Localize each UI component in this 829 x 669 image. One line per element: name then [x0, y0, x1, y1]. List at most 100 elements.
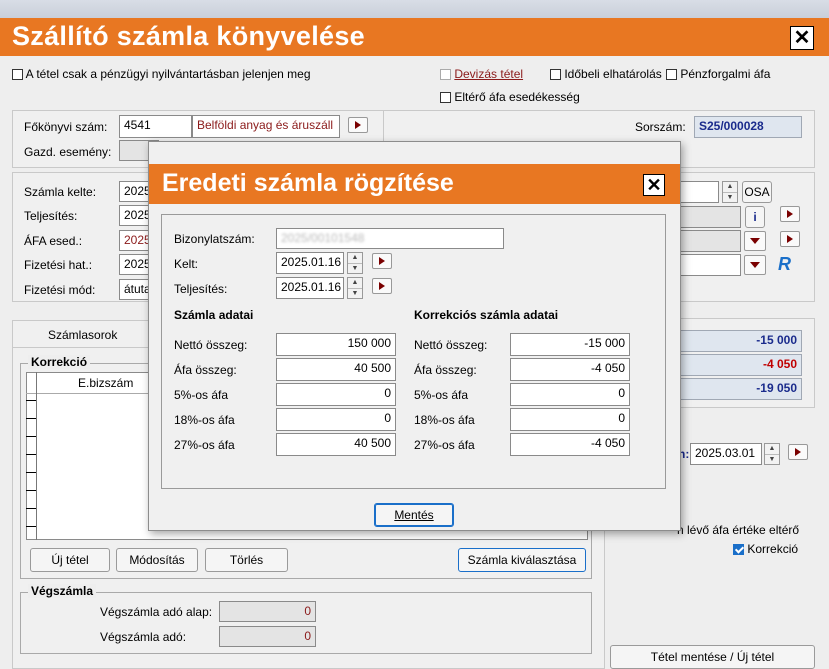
eltero-afa-text: n lévő áfa értéke eltérő [677, 523, 800, 537]
teljesites-spinner[interactable]: ▲ ▼ [347, 277, 363, 299]
kelt-input[interactable]: 2025.01.16 [276, 252, 344, 274]
right-arrow-button-1[interactable] [780, 206, 800, 222]
dialog-title: Eredeti számla rögzítése [162, 169, 454, 197]
afa27-korr-input[interactable]: -4 050 [510, 433, 630, 456]
right-date-spinner[interactable]: ▲ ▼ [764, 443, 780, 465]
kelt-arrow-button[interactable] [372, 253, 392, 269]
row-marker [26, 508, 36, 509]
total-afa: -4 050 [680, 354, 802, 376]
fokonyvi-name: Belföldi anyag és áruszáll [192, 115, 340, 138]
fizetesi-hat-label: Fizetési hat.: [24, 258, 93, 272]
right-spinner-1[interactable]: ▲ ▼ [722, 181, 738, 203]
right-arrow-button-2[interactable] [780, 231, 800, 247]
window-title-bar: Szállító számla könyvelése [0, 18, 829, 56]
checkbox[interactable] [440, 92, 451, 104]
vegszamla-ado-label: Végszámla adó: [100, 630, 187, 644]
mentes-button[interactable]: Mentés [374, 503, 454, 527]
down-icon: ▼ [765, 453, 779, 465]
checkbox[interactable] [666, 69, 677, 81]
right-date-arrow-button[interactable] [788, 444, 808, 460]
col-e-bizszam: E.bizszám [78, 376, 134, 390]
option-penzforgalmi[interactable]: Pénzforgalmi áfa [666, 67, 770, 81]
option-penzugyi-only[interactable]: A tétel csak a pénzügyi nyilvántartásban… [12, 67, 311, 81]
total-brutto: -19 050 [680, 378, 802, 400]
osa-button[interactable]: OSA [742, 181, 772, 203]
torles-button[interactable]: Törlés [205, 548, 288, 572]
dialog-title-bar: Eredeti számla rögzítése [149, 164, 680, 204]
option-label: Devizás tétel [454, 67, 524, 81]
afa5-label: 5%-os áfa [174, 388, 229, 402]
checkbox[interactable] [12, 69, 23, 81]
netto-orig-input[interactable]: 150 000 [276, 333, 396, 356]
afa5-korr-input[interactable]: 0 [510, 383, 630, 406]
kelt-spinner[interactable]: ▲ ▼ [347, 252, 363, 274]
total-netto: -15 000 [680, 330, 802, 352]
vegszamla-ado-value: 0 [219, 626, 316, 647]
fokonyvi-label: Főkönyvi szám: [24, 120, 108, 134]
vegszamla-ado-alap-label: Végszámla adó alap: [100, 605, 213, 619]
arrow-right-icon [379, 282, 385, 290]
uj-tetel-button[interactable]: Új tétel [30, 548, 110, 572]
arrow-right-icon [379, 257, 385, 265]
modositas-button[interactable]: Módosítás [116, 548, 198, 572]
checkbox[interactable] [550, 69, 561, 81]
netto-korr-label: Nettó összeg: [414, 338, 488, 352]
arrow-right-icon [355, 121, 361, 129]
table-rule [36, 372, 37, 540]
option-eltero-afa[interactable]: Eltérő áfa esedékesség [440, 90, 580, 104]
szamla-kivalasztasa-button[interactable]: Számla kiválasztása [458, 548, 586, 572]
arrow-right-icon [795, 448, 801, 456]
afa-esed-label: ÁFA esed.: [24, 234, 83, 248]
teljesites-label: Teljesítés: [24, 209, 78, 223]
tab-szamlasorok-label: Számlasorok [48, 328, 118, 342]
window-title: Szállító számla könyvelése [12, 21, 365, 51]
right-date-input[interactable]: 2025.03.01 [690, 443, 762, 465]
info-button[interactable]: i [745, 206, 765, 228]
kelt-label: Kelt: [174, 257, 199, 271]
checkbox[interactable] [440, 69, 451, 81]
row-marker [26, 526, 36, 527]
szamla-kelte-label: Számla kelte: [24, 185, 97, 199]
netto-korr-input[interactable]: -15 000 [510, 333, 630, 356]
afa5-orig-input[interactable]: 0 [276, 383, 396, 406]
right-input-4[interactable] [679, 254, 741, 276]
dropdown-button-1[interactable] [744, 231, 766, 251]
fokonyvi-lookup-button[interactable] [348, 117, 368, 133]
fizetesi-mod-label: Fizetési mód: [24, 283, 96, 297]
chevron-down-icon [750, 238, 760, 244]
dialog-teljesites-input[interactable]: 2025.01.16 [276, 277, 344, 299]
down-icon: ▼ [723, 191, 737, 203]
window-top-strip [0, 0, 829, 18]
chevron-down-icon [750, 262, 760, 268]
option-devizas[interactable]: Devizás tétel [440, 67, 523, 81]
netto-label: Nettó összeg: [174, 338, 248, 352]
vegszamla-title: Végszámla [28, 584, 97, 598]
sorszam-value: S25/000028 [694, 116, 802, 138]
tetel-mentese-button[interactable]: Tétel mentése / Új tétel [610, 645, 815, 669]
right-input-1[interactable] [679, 181, 719, 203]
close-icon: ✕ [793, 27, 811, 49]
afa-korr-input[interactable]: -4 050 [510, 358, 630, 381]
checkbox[interactable] [733, 544, 744, 556]
option-idobeli[interactable]: Időbeli elhatárolás [550, 67, 662, 81]
option-label: A tétel csak a pénzügyi nyilvántartásban… [25, 67, 311, 81]
dialog-close-button[interactable]: ✕ [643, 174, 665, 196]
dropdown-button-2[interactable] [744, 255, 766, 275]
row-marker [26, 418, 36, 419]
mentes-label: Mentés [394, 508, 434, 522]
afa18-korr-input[interactable]: 0 [510, 408, 630, 431]
fokonyvi-input[interactable]: 4541 [119, 115, 192, 138]
r-logo-icon[interactable]: R [778, 254, 800, 276]
afa18-orig-input[interactable]: 0 [276, 408, 396, 431]
teljesites-arrow-button[interactable] [372, 278, 392, 294]
bizonylat-value: 2025/00101548 [281, 231, 365, 245]
arrow-right-icon [787, 235, 793, 243]
gazd-esemeny-label: Gazd. esemény: [24, 145, 112, 159]
afa18-korr-label: 18%-os áfa [414, 413, 475, 427]
korrekcio-checkbox[interactable]: Korrekció [733, 542, 798, 556]
bizonylat-input[interactable]: 2025/00101548 [276, 228, 504, 249]
window-close-button[interactable]: ✕ [790, 26, 814, 50]
afa-orig-input[interactable]: 40 500 [276, 358, 396, 381]
afa27-orig-input[interactable]: 40 500 [276, 433, 396, 456]
bizonylat-label: Bizonylatszám: [174, 232, 255, 246]
